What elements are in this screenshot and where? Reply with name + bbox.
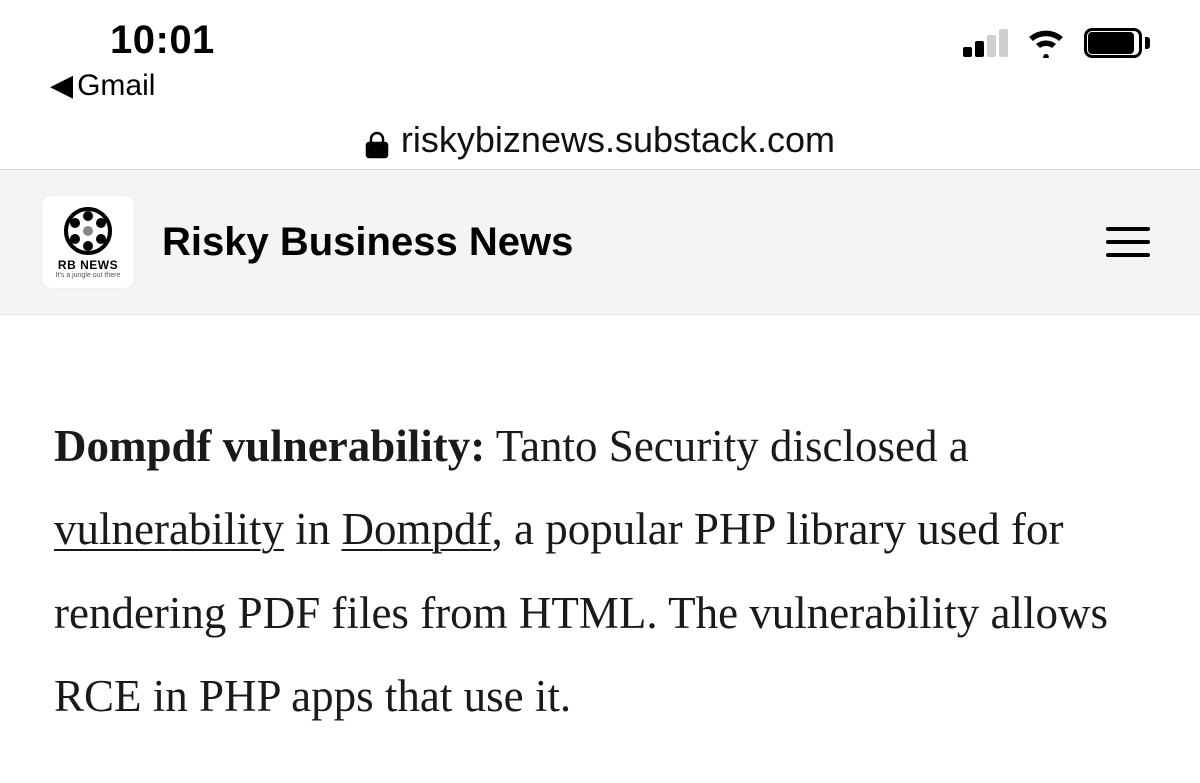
battery-icon xyxy=(1084,28,1150,58)
link-dompdf[interactable]: Dompdf xyxy=(341,504,491,554)
link-vulnerability[interactable]: vulnerability xyxy=(54,504,284,554)
site-logo: RB NEWS It's a jungle out there xyxy=(42,196,134,288)
url-text: riskybiznews.substack.com xyxy=(401,119,835,161)
lock-icon xyxy=(365,126,389,154)
article-text: in xyxy=(284,504,342,554)
cellular-icon xyxy=(963,29,1008,57)
logo-text-primary: RB NEWS xyxy=(58,258,118,272)
logo-text-secondary: It's a jungle out there xyxy=(56,272,121,279)
status-right xyxy=(963,18,1150,58)
chevron-left-icon: ◀ xyxy=(50,71,73,101)
article-body: Dompdf vulnerability: Tanto Security dis… xyxy=(0,315,1200,778)
site-title: Risky Business News xyxy=(162,220,573,265)
logo-graphic-icon xyxy=(60,206,116,256)
menu-button[interactable] xyxy=(1098,219,1158,265)
site-header: RB NEWS It's a jungle out there Risky Bu… xyxy=(0,170,1200,315)
status-left: 10:01 ◀ Gmail xyxy=(50,18,215,103)
status-bar: 10:01 ◀ Gmail xyxy=(0,0,1200,110)
browser-url-bar[interactable]: riskybiznews.substack.com xyxy=(0,110,1200,170)
back-to-app-button[interactable]: ◀ Gmail xyxy=(50,69,215,103)
article-text: Tanto Security disclosed a xyxy=(485,421,968,471)
article-lead: Dompdf vulnerability: xyxy=(54,421,485,471)
back-app-label: Gmail xyxy=(77,69,155,103)
status-time: 10:01 xyxy=(50,18,215,63)
hamburger-icon xyxy=(1106,227,1150,231)
wifi-icon xyxy=(1026,28,1066,58)
site-brand[interactable]: RB NEWS It's a jungle out there Risky Bu… xyxy=(42,196,573,288)
article-paragraph: Dompdf vulnerability: Tanto Security dis… xyxy=(54,405,1146,738)
